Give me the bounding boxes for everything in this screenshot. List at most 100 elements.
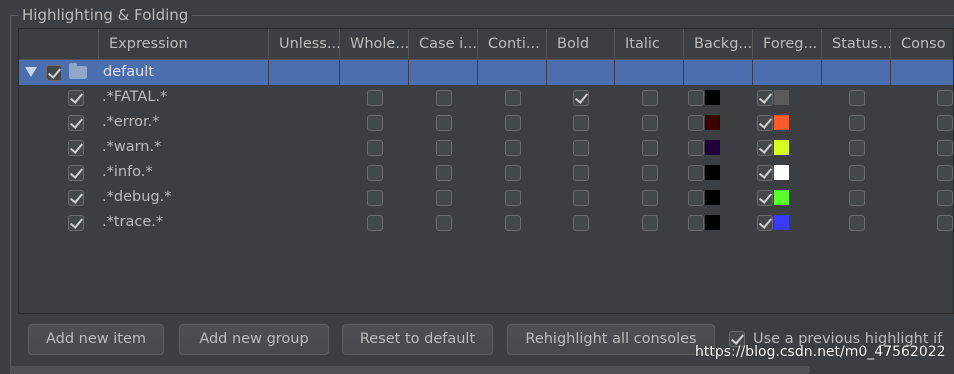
background-checkbox[interactable] [688, 115, 704, 131]
row-enabled-checkbox[interactable] [68, 115, 84, 131]
console-checkbox[interactable] [937, 190, 953, 206]
console-checkbox[interactable] [937, 115, 953, 131]
case-insensitive-checkbox[interactable] [436, 190, 452, 206]
header-continue-column[interactable]: Conti... [478, 29, 547, 60]
background-color-swatch[interactable] [705, 90, 720, 105]
foreground-checkbox[interactable] [757, 165, 773, 181]
status-checkbox[interactable] [849, 165, 865, 181]
header-case-insensitive-column[interactable]: Case i... [409, 29, 478, 60]
italic-checkbox[interactable] [642, 215, 658, 231]
background-checkbox[interactable] [688, 165, 704, 181]
add-new-group-button[interactable]: Add new group [179, 324, 329, 355]
foreground-color-swatch[interactable] [774, 190, 789, 205]
italic-checkbox[interactable] [642, 165, 658, 181]
bold-checkbox[interactable] [573, 90, 589, 106]
header-console-column[interactable]: Conso [891, 29, 953, 60]
background-color-swatch[interactable] [705, 190, 720, 205]
expression-text: .*FATAL.* [102, 89, 168, 105]
case-insensitive-checkbox[interactable] [436, 140, 452, 156]
continue-checkbox[interactable] [505, 190, 521, 206]
table-row[interactable]: .*trace.* [19, 210, 953, 235]
rehighlight-all-consoles-button[interactable]: Rehighlight all consoles [507, 324, 715, 355]
header-bold-column[interactable]: Bold [547, 29, 615, 60]
console-checkbox[interactable] [937, 90, 953, 106]
case-insensitive-checkbox[interactable] [436, 215, 452, 231]
status-checkbox[interactable] [849, 215, 865, 231]
header-whole-words-column[interactable]: Whole... [340, 29, 409, 60]
bold-checkbox[interactable] [573, 115, 589, 131]
whole-words-checkbox[interactable] [367, 190, 383, 206]
foreground-color-swatch[interactable] [774, 215, 789, 230]
case-insensitive-checkbox[interactable] [436, 165, 452, 181]
foreground-color-swatch[interactable] [774, 140, 789, 155]
italic-checkbox[interactable] [642, 115, 658, 131]
table-row[interactable]: .*info.* [19, 160, 953, 185]
status-checkbox[interactable] [849, 115, 865, 131]
row-enabled-checkbox[interactable] [68, 215, 84, 231]
header-foreground-column[interactable]: Foreg... [753, 29, 822, 60]
bold-checkbox[interactable] [573, 165, 589, 181]
background-checkbox[interactable] [688, 140, 704, 156]
row-enabled-checkbox[interactable] [68, 90, 84, 106]
background-color-swatch[interactable] [705, 165, 720, 180]
background-checkbox[interactable] [688, 190, 704, 206]
header-status-column[interactable]: Status... [822, 29, 891, 60]
background-checkbox[interactable] [688, 90, 704, 106]
foreground-checkbox[interactable] [757, 215, 773, 231]
header-background-column[interactable]: Backg... [684, 29, 753, 60]
background-color-swatch[interactable] [705, 140, 720, 155]
header-unless-column[interactable]: Unless... [269, 29, 340, 60]
status-checkbox[interactable] [849, 90, 865, 106]
header-expression-column[interactable]: Expression [99, 29, 269, 60]
header-italic-column[interactable]: Italic [615, 29, 684, 60]
foreground-color-swatch[interactable] [774, 90, 789, 105]
console-checkbox[interactable] [937, 165, 953, 181]
italic-checkbox[interactable] [642, 140, 658, 156]
table-row[interactable]: .*error.* [19, 110, 953, 135]
case-insensitive-checkbox[interactable] [436, 115, 452, 131]
bold-checkbox[interactable] [573, 215, 589, 231]
foreground-color-swatch[interactable] [774, 115, 789, 130]
background-color-swatch[interactable] [705, 215, 720, 230]
foreground-checkbox[interactable] [757, 90, 773, 106]
table-row[interactable]: .*warn.* [19, 135, 953, 160]
row-enabled-checkbox[interactable] [68, 165, 84, 181]
status-checkbox[interactable] [849, 190, 865, 206]
case-insensitive-checkbox[interactable] [436, 90, 452, 106]
table-row[interactable]: .*FATAL.* [19, 85, 953, 110]
italic-checkbox[interactable] [642, 90, 658, 106]
table-row[interactable]: .*debug.* [19, 185, 953, 210]
reset-to-default-button[interactable]: Reset to default [342, 324, 493, 355]
whole-words-checkbox[interactable] [367, 140, 383, 156]
expand-triangle-icon[interactable] [25, 67, 37, 77]
whole-words-checkbox[interactable] [367, 115, 383, 131]
highlight-table[interactable]: Expression Unless... Whole... Case i... Cont… [18, 28, 954, 314]
continue-checkbox[interactable] [505, 215, 521, 231]
continue-checkbox[interactable] [505, 165, 521, 181]
console-checkbox[interactable] [937, 215, 953, 231]
foreground-checkbox[interactable] [757, 140, 773, 156]
whole-words-checkbox[interactable] [367, 165, 383, 181]
row-enabled-checkbox[interactable] [68, 140, 84, 156]
header-tree-column[interactable] [19, 29, 99, 60]
row-enabled-checkbox[interactable] [68, 190, 84, 206]
foreground-color-swatch[interactable] [774, 165, 789, 180]
foreground-checkbox[interactable] [757, 190, 773, 206]
bold-checkbox[interactable] [573, 140, 589, 156]
background-color-swatch[interactable] [705, 115, 720, 130]
bold-checkbox[interactable] [573, 190, 589, 206]
italic-checkbox[interactable] [642, 190, 658, 206]
console-checkbox[interactable] [937, 140, 953, 156]
group-row-default[interactable]: default [19, 60, 953, 85]
whole-words-checkbox[interactable] [367, 90, 383, 106]
horizontal-scrollbar[interactable] [10, 366, 810, 374]
continue-checkbox[interactable] [505, 140, 521, 156]
background-checkbox[interactable] [688, 215, 704, 231]
whole-words-checkbox[interactable] [367, 215, 383, 231]
group-enabled-checkbox[interactable] [46, 65, 62, 81]
foreground-checkbox[interactable] [757, 115, 773, 131]
continue-checkbox[interactable] [505, 115, 521, 131]
status-checkbox[interactable] [849, 140, 865, 156]
add-new-item-button[interactable]: Add new item [28, 324, 164, 355]
continue-checkbox[interactable] [505, 90, 521, 106]
